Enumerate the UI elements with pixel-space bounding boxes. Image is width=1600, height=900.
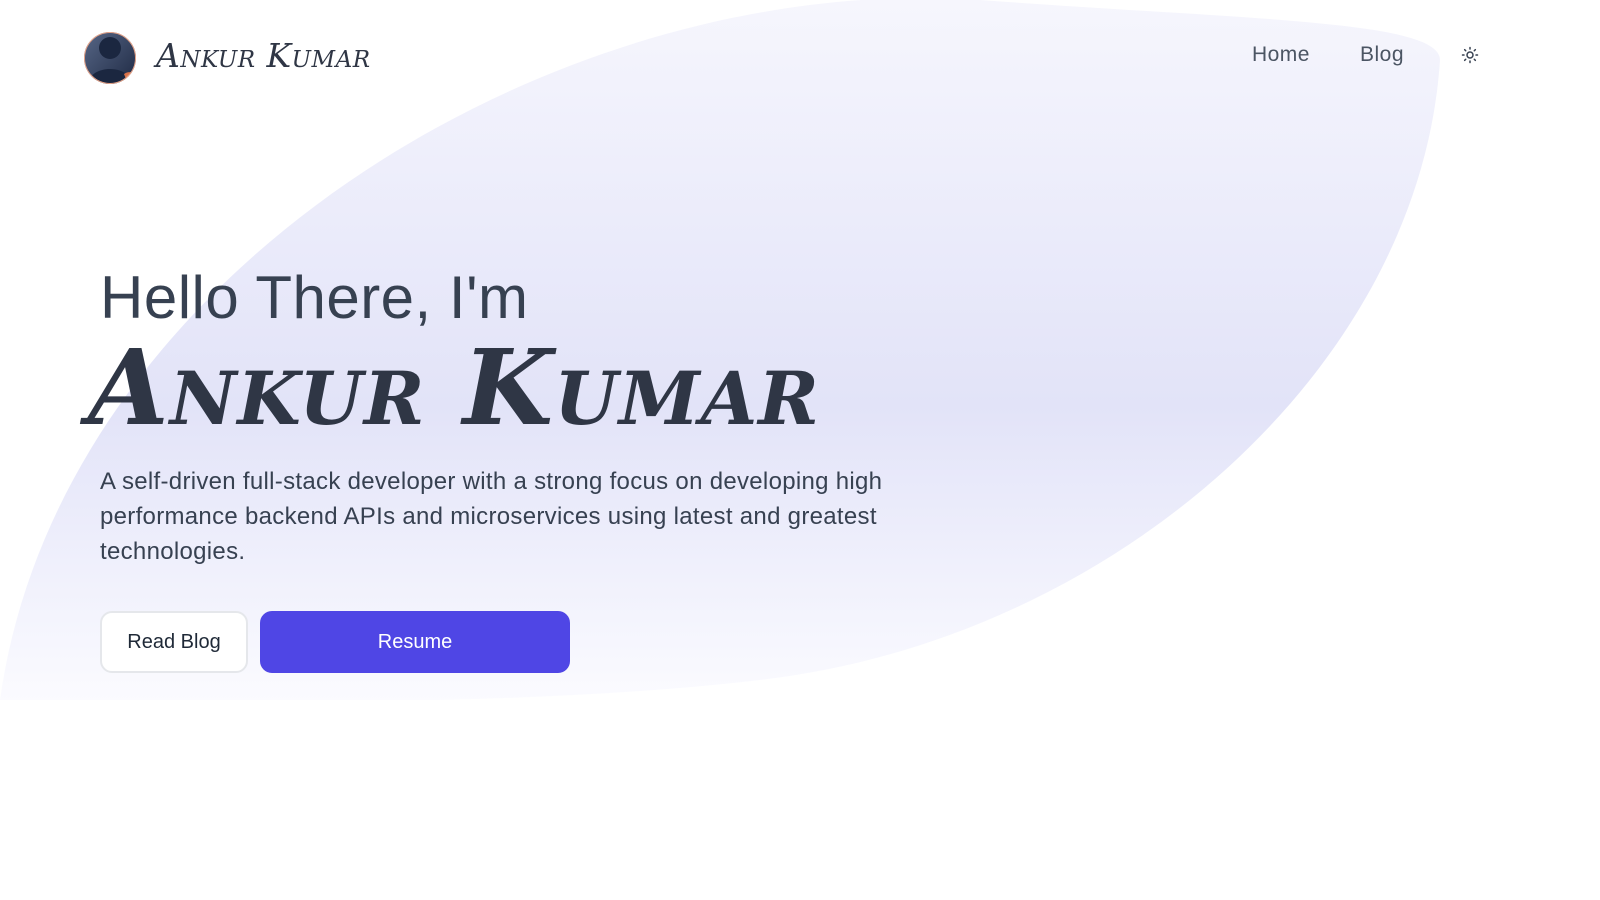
read-blog-button[interactable]: Read Blog	[100, 611, 248, 673]
main-nav: Home Blog	[1252, 43, 1482, 67]
site-header: Ankur Kumar Home Blog	[84, 24, 1516, 86]
hero-name: Ankur Kumar	[88, 326, 820, 449]
nav-link-home[interactable]: Home	[1252, 43, 1310, 67]
brand[interactable]: Ankur Kumar	[84, 26, 371, 84]
nav-link-blog[interactable]: Blog	[1360, 43, 1404, 67]
hero-greeting: Hello There, I'm	[100, 264, 529, 331]
theme-toggle-button[interactable]	[1458, 43, 1482, 67]
sun-icon	[1461, 46, 1479, 64]
site-logo-text[interactable]: Ankur Kumar	[156, 39, 371, 72]
avatar[interactable]	[84, 26, 136, 84]
page: Ankur Kumar Home Blog Hello There, I'm A…	[0, 0, 1600, 900]
hero-section: Hello There, I'm Ankur Kumar A self-driv…	[88, 264, 1000, 673]
resume-button[interactable]: Resume	[260, 611, 570, 673]
hero-actions: Read Blog Resume	[100, 611, 1000, 673]
hero-tagline: A self-driven full-stack developer with …	[100, 468, 883, 565]
